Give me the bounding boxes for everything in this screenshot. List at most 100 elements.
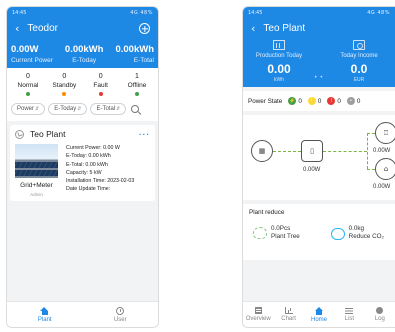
count-label: Fault xyxy=(93,82,108,89)
reduce-items: 0.0Pcs Plant Tree 0.0kg Reduce CO₂ xyxy=(249,225,389,240)
total-value: 0.00W xyxy=(11,44,39,55)
count-fault[interactable]: 0 Fault xyxy=(83,73,119,96)
status-indicators: 4G 48% xyxy=(130,10,153,16)
flow-line xyxy=(323,151,367,152)
plant-type: Grid+Meter xyxy=(20,182,53,189)
home-icon xyxy=(314,306,324,315)
tab-overview[interactable]: Overview xyxy=(243,302,273,327)
sort-label: E-Today xyxy=(54,106,77,112)
home-icon xyxy=(40,306,49,315)
back-icon[interactable]: ‹ xyxy=(251,23,255,34)
tab-label: Home xyxy=(311,316,328,323)
state-normal[interactable]: ⚡ 0 xyxy=(288,97,302,105)
power-state-row: Power State ⚡ 0 ! 0 ! 0 • 0 xyxy=(243,91,395,111)
add-plant-icon[interactable] xyxy=(139,23,150,34)
info-update-time: Date Update Time: xyxy=(66,186,111,193)
tab-home[interactable]: Home xyxy=(304,302,334,327)
plant-card[interactable]: Teo Plant ··· Grid+Meter Admin Current P… xyxy=(10,125,155,201)
tree-value: 0.0Pcs xyxy=(271,225,291,232)
list-icon xyxy=(345,307,354,314)
info-capacity: Capacity: 5 kW xyxy=(66,169,102,176)
plant-info: Current Power: 0.00 W E-Today: 0.00 kWh … xyxy=(58,144,134,197)
count-normal[interactable]: 0 Normal xyxy=(10,73,46,96)
tree-icon xyxy=(253,226,267,239)
count-offline[interactable]: 1 Offline xyxy=(119,73,155,96)
sort-arrows-icon: ⇵ xyxy=(35,106,40,112)
total-current-power: 0.00W Current Power xyxy=(11,44,53,64)
reduce-title: Plant reduce xyxy=(249,209,285,216)
power-state-label: Power State xyxy=(248,97,283,105)
tab-user[interactable]: User xyxy=(83,302,159,327)
overview-icon xyxy=(254,307,262,314)
solar-panel-image xyxy=(15,144,58,178)
sort-e-today-button[interactable]: E-Today⇵ xyxy=(48,103,88,115)
nav-bar: ‹ Teodor xyxy=(7,19,158,38)
status-bar: 14:45 4G 48% xyxy=(7,7,158,19)
tab-plant[interactable]: Plant xyxy=(7,302,83,327)
tab-list[interactable]: List xyxy=(334,302,364,327)
more-options-icon[interactable]: ··· xyxy=(139,130,150,139)
status-time: 14:45 xyxy=(248,10,263,16)
count-label: Normal xyxy=(17,82,39,89)
sort-e-total-button[interactable]: E-Total⇵ xyxy=(90,103,127,115)
tab-label: Plant xyxy=(37,316,52,323)
status-dot-icon xyxy=(26,92,30,96)
sort-power-button[interactable]: Power⇵ xyxy=(11,103,46,115)
plant-reduce-card: Plant reduce 0.0Pcs Plant Tree 0.0kg Red… xyxy=(243,204,395,260)
grid-tower-icon: ♖ xyxy=(382,129,390,137)
plant-thumbnail: Grid+Meter Admin xyxy=(15,144,58,197)
metric-value: 0.0 xyxy=(350,62,368,76)
back-icon[interactable]: ‹ xyxy=(15,23,19,34)
metric-label: Today Income xyxy=(340,53,378,59)
sort-arrows-icon: ⇵ xyxy=(116,106,121,112)
tab-chart[interactable]: Chart xyxy=(273,302,303,327)
total-label: Current Power xyxy=(11,57,53,64)
plant-name: Teo Plant xyxy=(30,129,66,139)
cloud-icon xyxy=(330,227,345,240)
tab-label: Overview xyxy=(245,316,271,322)
count-label: Standby xyxy=(52,82,77,89)
state-offline[interactable]: • 0 xyxy=(346,97,360,105)
totals-summary: 0.00W Current Power 0.00kWh E-Today 0.00… xyxy=(7,38,158,68)
inverter-power: 0.00W xyxy=(303,167,321,173)
count-value: 0 xyxy=(98,73,103,80)
info-current-power: Current Power: 0.00 W xyxy=(66,145,120,151)
user-icon xyxy=(116,306,125,315)
plant-tree-item: 0.0Pcs Plant Tree xyxy=(253,225,300,240)
solar-panel-node: ▦ xyxy=(251,140,273,162)
bottom-tab-bar: Plant User xyxy=(7,301,158,327)
status-counts: 0 Normal 0 Standby 0 Fault 1 Offline xyxy=(7,68,158,100)
grid-power: 0.00W xyxy=(373,148,391,154)
info-installation-time: Installation Time: 2023-02-03 xyxy=(66,178,135,185)
plant-icon xyxy=(15,129,24,139)
total-label: E-Today xyxy=(72,57,97,64)
metric-unit: EUR xyxy=(353,77,365,83)
tab-label: List xyxy=(344,315,355,322)
energy-flow-diagram: ▦ ▯ 0.00W ♖ 0.00W ⌂ 0.00W xyxy=(243,115,395,200)
count-label: Offline xyxy=(127,82,147,89)
count-value: 0 xyxy=(26,73,30,80)
status-time: 14:45 xyxy=(12,10,27,16)
state-fault[interactable]: ! 0 xyxy=(327,97,341,105)
total-e-today: 0.00kWh E-Today xyxy=(65,44,104,64)
state-standby[interactable]: ! 0 xyxy=(307,97,321,105)
grid-node: ♖ xyxy=(375,122,395,144)
fault-icon: ! xyxy=(327,97,336,105)
co2-value: 0.0kg xyxy=(348,225,365,232)
co2-label: Reduce CO₂ xyxy=(348,233,384,240)
total-e-total: 0.00kWh E-Total xyxy=(115,44,154,64)
metric-value: 0.00 xyxy=(267,62,291,76)
tab-log[interactable]: Log xyxy=(365,302,395,327)
info-e-today: E-Today: 0.00 kWh xyxy=(66,153,111,160)
flow-line xyxy=(367,169,375,170)
status-bar: 14:45 4G 48% xyxy=(243,7,395,19)
search-icon[interactable] xyxy=(131,105,140,113)
tree-label: Plant Tree xyxy=(271,233,300,240)
metric-unit: kWh xyxy=(274,77,284,83)
home-power: 0.00W xyxy=(373,184,391,190)
tab-label: User xyxy=(113,316,127,323)
reduce-co2-item: 0.0kg Reduce CO₂ xyxy=(330,225,384,240)
count-standby[interactable]: 0 Standby xyxy=(46,73,82,96)
flow-line xyxy=(367,133,375,134)
plant-detail-screen: 14:45 4G 48% ‹ Teo Plant Production Toda… xyxy=(242,6,395,328)
